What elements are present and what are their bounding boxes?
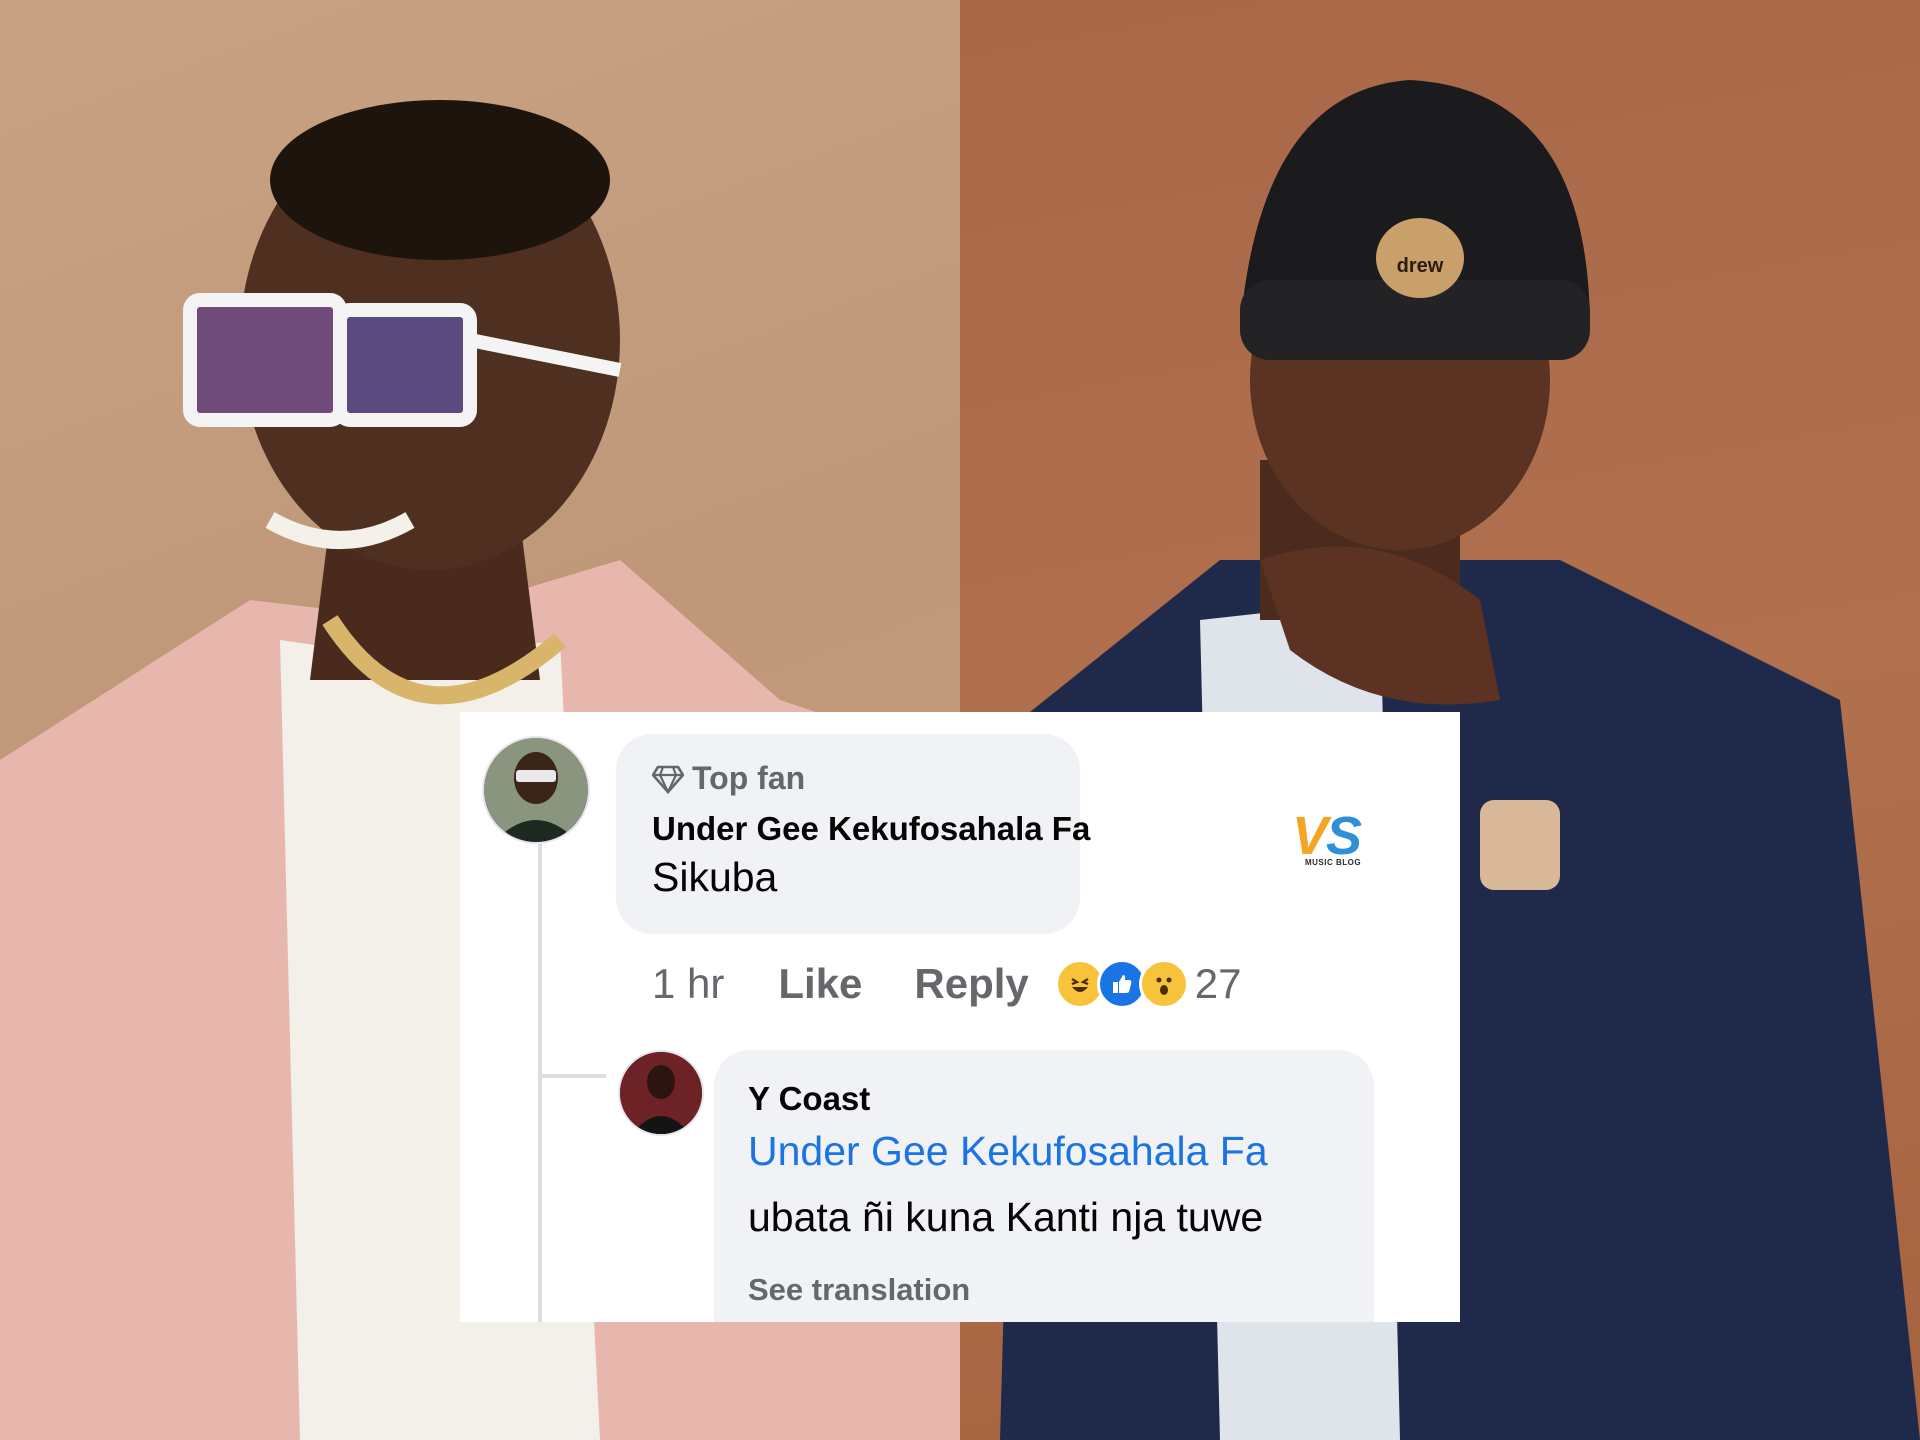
hat-badge-text: drew bbox=[1397, 255, 1444, 277]
comment-actions: 1 hr Like Reply 27 bbox=[652, 956, 1242, 1012]
reply-connector bbox=[538, 1074, 606, 1078]
vs-music-blog-logo: V S MUSIC BLOG bbox=[1288, 804, 1374, 868]
reply-text: ubata ñi kuna Kanti nja tuwe bbox=[748, 1194, 1264, 1240]
like-button[interactable]: Like bbox=[778, 960, 862, 1008]
reply-button[interactable]: Reply bbox=[914, 960, 1028, 1008]
comment-bubble: Top fan Under Gee Kekufosahala Fa Sikuba bbox=[616, 734, 1090, 934]
avatar[interactable] bbox=[482, 736, 590, 844]
wow-icon bbox=[1138, 959, 1189, 1009]
top-fan-badge: Top fan bbox=[652, 760, 805, 797]
reply-bubble: Y Coast Under Gee Kekufosahala Fa ubata … bbox=[714, 1050, 1374, 1322]
comment-author[interactable]: Under Gee Kekufosahala Fa bbox=[652, 810, 1090, 848]
see-translation-link[interactable]: See translation bbox=[748, 1272, 970, 1308]
svg-text:S: S bbox=[1326, 806, 1362, 864]
top-fan-label: Top fan bbox=[692, 760, 806, 796]
reaction-count[interactable]: 27 bbox=[1195, 960, 1242, 1008]
reply-avatar[interactable] bbox=[618, 1050, 704, 1136]
reactions[interactable] bbox=[1054, 959, 1189, 1009]
reply-mention-link[interactable]: Under Gee Kekufosahala Fa bbox=[748, 1128, 1268, 1175]
watermark-tagline: MUSIC BLOG bbox=[1304, 858, 1362, 867]
comment-text: Sikuba bbox=[652, 854, 778, 900]
thread-line bbox=[538, 844, 542, 1322]
diamond-icon bbox=[652, 765, 684, 794]
comment-time[interactable]: 1 hr bbox=[652, 960, 724, 1008]
comment-panel: Top fan Under Gee Kekufosahala Fa Sikuba… bbox=[460, 712, 1460, 1322]
reply-author[interactable]: Y Coast bbox=[748, 1080, 870, 1118]
